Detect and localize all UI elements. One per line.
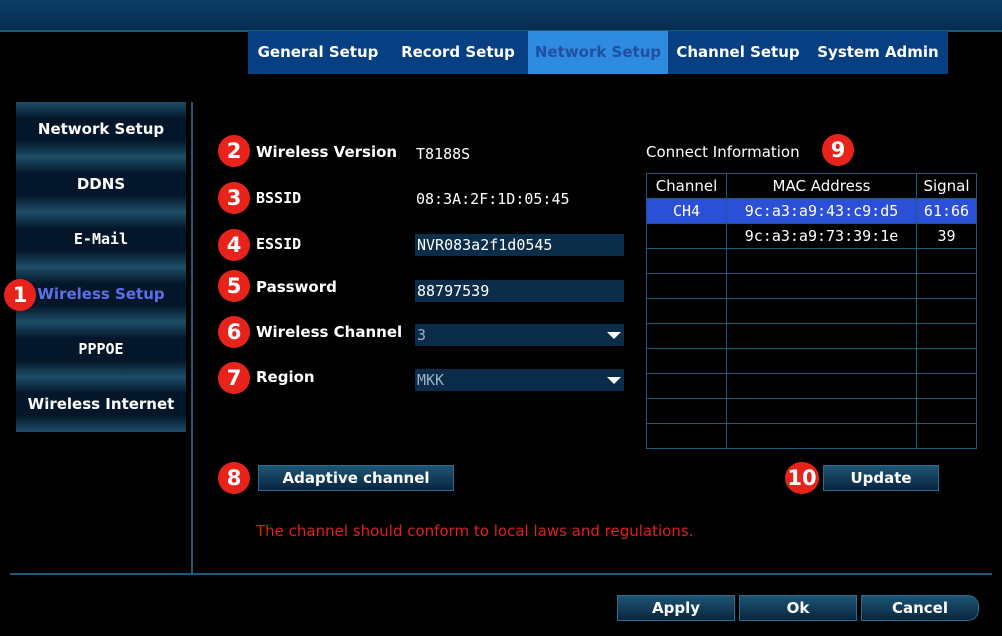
top-tab-bar: General Setup Record Setup Network Setup…: [248, 31, 948, 74]
wireless-channel-value: 3: [417, 326, 427, 344]
cell-mac: [726, 248, 917, 274]
cell-mac: [726, 373, 917, 399]
tab-channel-setup[interactable]: Channel Setup: [668, 31, 808, 74]
cell-channel: [646, 223, 727, 249]
callout-marker-1: 1: [4, 279, 36, 311]
chevron-down-icon: [607, 377, 621, 384]
cell-mac: [726, 398, 917, 424]
cell-mac: [726, 348, 917, 374]
callout-marker-10: 10: [785, 462, 819, 494]
table-row[interactable]: [646, 348, 977, 374]
table-header-row: Channel MAC Address Signal: [646, 173, 977, 199]
column-header-channel: Channel: [646, 173, 727, 199]
adaptive-channel-button[interactable]: Adaptive channel: [257, 464, 455, 492]
callout-marker-4: 4: [218, 229, 250, 261]
cell-signal: [916, 348, 977, 374]
callout-marker-6: 6: [218, 316, 250, 348]
cell-channel: [646, 248, 727, 274]
sidebar: Network Setup DDNS E-Mail Wireless Setup…: [16, 100, 186, 434]
chevron-down-icon: [607, 332, 621, 339]
regulation-notice: The channel should conform to local laws…: [256, 522, 694, 540]
tab-system-admin[interactable]: System Admin: [808, 31, 948, 74]
tab-network-setup[interactable]: Network Setup: [528, 31, 668, 74]
horizontal-divider: [10, 573, 992, 575]
cell-channel: [646, 323, 727, 349]
cell-signal: 61:66: [916, 198, 977, 224]
cell-mac: 9c:a3:a9:73:39:1e: [726, 223, 917, 249]
cell-channel: CH4: [646, 198, 727, 224]
cell-signal: [916, 373, 977, 399]
callout-marker-3: 3: [218, 182, 250, 214]
sidebar-item-network-setup[interactable]: Network Setup: [16, 102, 186, 157]
cell-mac: [726, 298, 917, 324]
sidebar-item-wireless-setup[interactable]: Wireless Setup: [16, 267, 186, 322]
table-row[interactable]: 9c:a3:a9:73:39:1e 39: [646, 223, 977, 249]
region-label: Region: [256, 368, 315, 386]
cell-signal: [916, 248, 977, 274]
callout-marker-9: 9: [822, 134, 854, 166]
table-row[interactable]: [646, 323, 977, 349]
cell-channel: [646, 373, 727, 399]
wireless-channel-label: Wireless Channel: [256, 323, 403, 341]
cell-signal: [916, 423, 977, 449]
callout-marker-2: 2: [218, 135, 250, 167]
callout-marker-5: 5: [218, 270, 250, 302]
cell-mac: [726, 423, 917, 449]
cell-signal: [916, 398, 977, 424]
callout-marker-7: 7: [218, 362, 250, 394]
cell-mac: [726, 323, 917, 349]
table-row[interactable]: [646, 248, 977, 274]
sidebar-item-email[interactable]: E-Mail: [16, 212, 186, 267]
ok-button[interactable]: Ok: [738, 594, 858, 622]
column-header-mac: MAC Address: [726, 173, 917, 199]
bssid-label: BSSID: [256, 189, 302, 207]
password-label: Password: [256, 278, 337, 296]
cell-channel: [646, 298, 727, 324]
cell-channel: [646, 423, 727, 449]
sidebar-item-wireless-internet[interactable]: Wireless Internet: [16, 377, 186, 432]
cell-signal: [916, 298, 977, 324]
table-row[interactable]: [646, 273, 977, 299]
cell-signal: 39: [916, 223, 977, 249]
column-header-signal: Signal: [916, 173, 977, 199]
cell-mac: [726, 273, 917, 299]
region-select[interactable]: MKK: [415, 369, 624, 391]
table-row[interactable]: [646, 398, 977, 424]
cell-channel: [646, 398, 727, 424]
title-bar: [0, 0, 1002, 30]
table-row[interactable]: [646, 298, 977, 324]
apply-button[interactable]: Apply: [616, 594, 736, 622]
vertical-divider: [191, 102, 193, 574]
essid-field[interactable]: NVR083a2f1d0545: [415, 234, 624, 256]
wireless-version-label: Wireless Version: [256, 143, 398, 161]
cell-signal: [916, 273, 977, 299]
cell-channel: [646, 348, 727, 374]
region-value: MKK: [417, 371, 445, 389]
update-button[interactable]: Update: [822, 464, 940, 492]
table-row[interactable]: [646, 373, 977, 399]
password-field[interactable]: 88797539: [415, 280, 624, 302]
sidebar-item-pppoe[interactable]: PPPOE: [16, 322, 186, 377]
wireless-channel-select[interactable]: 3: [415, 324, 624, 346]
connect-info-title: Connect Information: [646, 143, 800, 161]
bssid-value: 08:3A:2F:1D:05:45: [416, 190, 570, 208]
tab-record-setup[interactable]: Record Setup: [388, 31, 528, 74]
tab-general-setup[interactable]: General Setup: [248, 31, 388, 74]
cell-mac: 9c:a3:a9:43:c9:d5: [726, 198, 917, 224]
callout-marker-8: 8: [218, 462, 250, 494]
table-row[interactable]: CH4 9c:a3:a9:43:c9:d5 61:66: [646, 198, 977, 224]
table-row[interactable]: [646, 423, 977, 449]
wireless-version-value: T8188S: [416, 145, 471, 163]
cell-channel: [646, 273, 727, 299]
cell-signal: [916, 323, 977, 349]
connect-info-table: Channel MAC Address Signal CH4 9c:a3:a9:…: [646, 173, 977, 449]
sidebar-item-ddns[interactable]: DDNS: [16, 157, 186, 212]
cancel-button[interactable]: Cancel: [860, 594, 980, 622]
essid-label: ESSID: [256, 235, 302, 253]
